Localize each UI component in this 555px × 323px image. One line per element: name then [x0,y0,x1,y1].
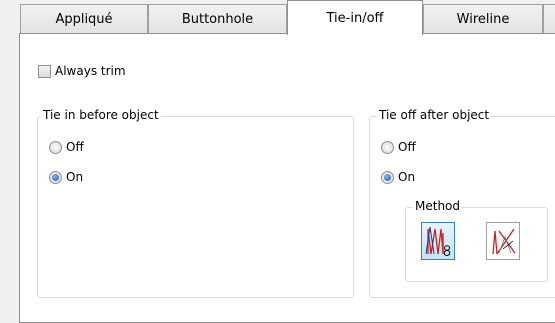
tab-label: Buttonhole [181,11,254,27]
tab-strip: Appliqué Buttonhole Tie-in/off Wireline [0,0,555,35]
tie-in-on-radio[interactable]: On [49,170,83,184]
always-trim-label: Always trim [55,64,126,78]
tie-off-off-radio[interactable]: Off [381,140,416,154]
tie-off-on-radio[interactable]: On [381,170,415,184]
radio-circle[interactable] [49,170,62,184]
tab-more[interactable] [543,4,555,33]
tab-label: Tie-in/off [326,10,384,26]
tab-label: Wireline [456,11,510,27]
tab-applique[interactable]: Appliqué [20,4,148,33]
checkbox-box[interactable] [38,64,51,78]
radio-label: On [66,170,84,184]
radio-label: Off [398,140,416,154]
tie-in-group [37,116,354,298]
always-trim-checkbox[interactable]: Always trim [38,64,126,78]
tie-in-group-title: Tie in before object [41,108,161,122]
radio-circle[interactable] [49,140,62,154]
method-group-title: Method [413,199,463,213]
radio-circle[interactable] [381,140,394,154]
cross-tie-icon [492,228,516,255]
tab-buttonhole[interactable]: Buttonhole [148,4,287,33]
tie-off-group-title: Tie off after object [377,108,492,122]
radio-label: On [398,170,416,184]
radio-circle[interactable] [381,170,394,184]
tab-label: Appliqué [55,11,113,27]
zigzag-tie-icon [425,226,451,256]
radio-label: Off [66,140,84,154]
tie-in-off-radio[interactable]: Off [49,140,84,154]
tab-wireline[interactable]: Wireline [423,4,543,33]
method-cross-button[interactable] [486,222,520,260]
method-zigzag-button[interactable] [421,222,455,260]
tab-tie-in-off[interactable]: Tie-in/off [287,0,423,35]
